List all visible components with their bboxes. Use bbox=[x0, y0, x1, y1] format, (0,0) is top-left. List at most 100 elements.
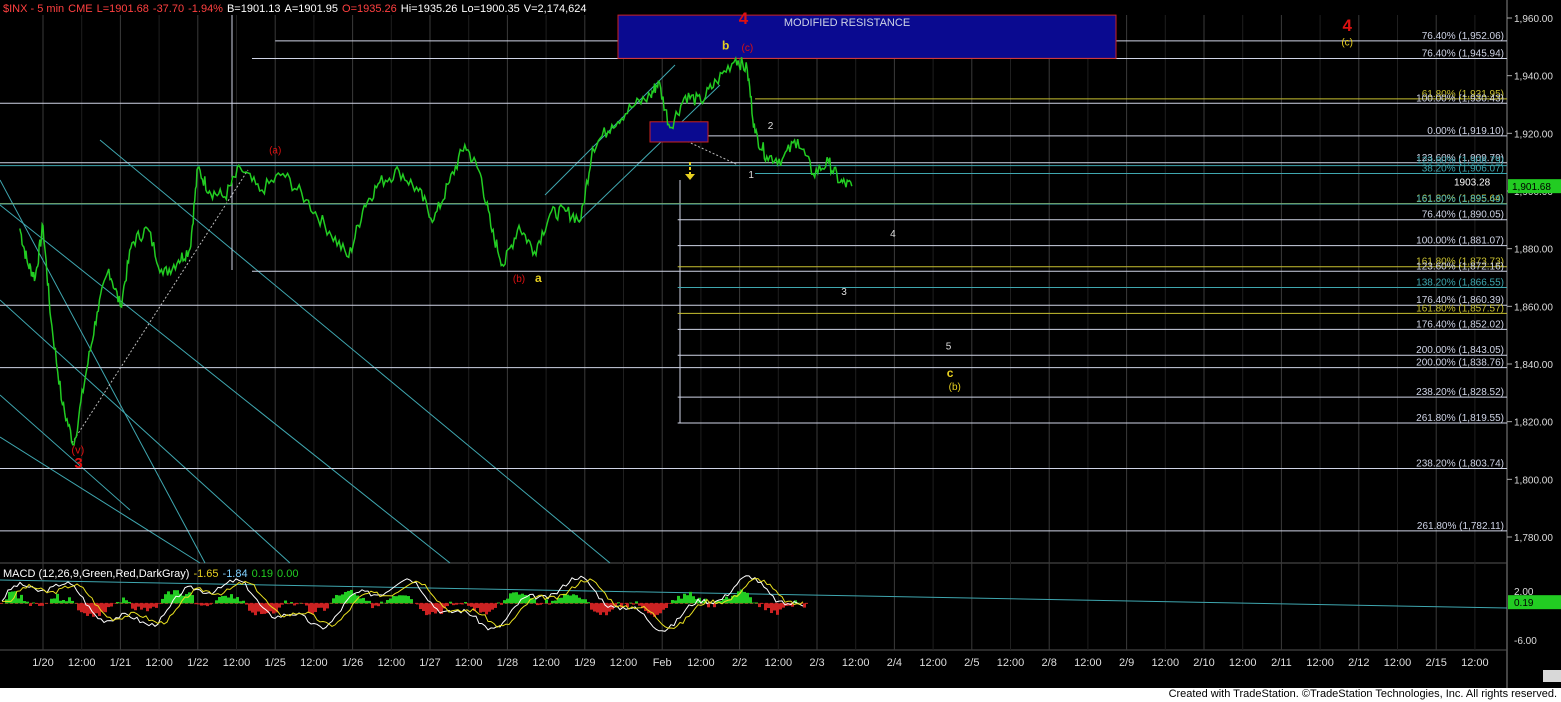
macd-histogram-bar bbox=[128, 601, 131, 604]
macd-histogram-bar bbox=[599, 603, 602, 615]
macd-histogram-bar bbox=[500, 603, 503, 605]
macd-histogram-bar bbox=[17, 598, 20, 604]
macd-histogram-bar bbox=[125, 600, 128, 604]
x-tick-label: 12:00 bbox=[1074, 657, 1102, 669]
x-tick-label: 1/22 bbox=[187, 657, 208, 669]
x-tick-label: 1/26 bbox=[342, 657, 363, 669]
macd-histogram-bar bbox=[221, 596, 224, 604]
fib-label: 238.20% (1,803.74) bbox=[1416, 459, 1504, 470]
fib-label: 0.00% (1,919.10) bbox=[1427, 126, 1504, 137]
macd-histogram-bar bbox=[512, 592, 515, 604]
macd-histogram-bar bbox=[134, 603, 137, 611]
macd-histogram-bar bbox=[770, 603, 773, 614]
macd-histogram-bar bbox=[752, 602, 755, 604]
macd-histogram-bar bbox=[245, 603, 248, 605]
x-tick-label: 2/12 bbox=[1348, 657, 1369, 669]
macd-histogram-bar bbox=[305, 603, 308, 606]
fib-label: 123.60% (1,872.16) bbox=[1416, 261, 1504, 272]
macd-histogram-bar bbox=[461, 603, 464, 605]
macd-diff: 0.19 bbox=[251, 568, 274, 580]
fib-label: 100.00% (1,930.43) bbox=[1416, 93, 1504, 104]
macd-histogram-bar bbox=[422, 603, 425, 612]
macd-histogram-bar bbox=[389, 598, 392, 604]
wave-label: (c) bbox=[1341, 37, 1353, 48]
x-tick-label: 12:00 bbox=[842, 657, 870, 669]
macd-zero: 0.00 bbox=[277, 568, 299, 580]
macd-histogram-bar bbox=[743, 591, 746, 604]
x-tick-label: 12:00 bbox=[610, 657, 638, 669]
macd-histogram-bar bbox=[152, 603, 155, 607]
macd-histogram-bar bbox=[404, 595, 407, 604]
price-box-label: 1903.28 bbox=[1454, 178, 1491, 189]
macd-histogram-bar bbox=[140, 603, 143, 610]
macd-histogram-bar bbox=[206, 603, 209, 607]
macd-histogram-bar bbox=[482, 603, 485, 612]
macd-histogram-bar bbox=[137, 603, 140, 607]
x-tick-label: 12:00 bbox=[378, 657, 406, 669]
macd-histogram-bar bbox=[53, 598, 56, 604]
macd-histogram-bar bbox=[758, 603, 761, 608]
macd-histogram-bar bbox=[254, 603, 257, 616]
macd-histogram-bar bbox=[524, 594, 527, 604]
macd-histogram-bar bbox=[617, 602, 620, 604]
wave-label: (b) bbox=[949, 382, 961, 393]
macd-histogram-bar bbox=[632, 603, 635, 605]
wave-label: 5 bbox=[946, 342, 952, 353]
macd-histogram-bar bbox=[668, 603, 671, 604]
macd-histogram-bar bbox=[287, 603, 290, 605]
macd-histogram-bar bbox=[764, 603, 767, 611]
macd-histogram-bar bbox=[215, 600, 218, 604]
macd-histogram-bar bbox=[398, 595, 401, 604]
macd-histogram-bar bbox=[536, 603, 539, 606]
macd-histogram-bar bbox=[296, 603, 299, 605]
macd-histogram-bar bbox=[368, 600, 371, 604]
macd-histogram-bar bbox=[686, 595, 689, 604]
macd-histogram-bar bbox=[596, 603, 599, 613]
footer-text: Created with TradeStation. ©TradeStation… bbox=[1168, 688, 1557, 700]
macd-histogram-bar bbox=[485, 603, 488, 615]
macd-histogram-bar bbox=[341, 594, 344, 604]
macd-histogram-bar bbox=[749, 597, 752, 604]
macd-histogram-bar bbox=[41, 603, 44, 606]
macd-histogram-bar bbox=[689, 591, 692, 604]
macd-histogram-bar bbox=[320, 603, 323, 608]
macd-histogram-bar bbox=[425, 603, 428, 616]
macd-histogram-bar bbox=[143, 603, 146, 608]
macd-histogram-bar bbox=[416, 603, 419, 605]
macd-histogram-bar bbox=[665, 603, 668, 608]
wave-label: 2 bbox=[768, 121, 774, 132]
macd-histogram-bar bbox=[575, 595, 578, 604]
x-tick-label: 2/3 bbox=[809, 657, 824, 669]
x-tick-label: 1/29 bbox=[574, 657, 595, 669]
macd-histogram-bar bbox=[50, 598, 53, 604]
macd-histogram-bar bbox=[68, 597, 71, 604]
wave-label: 4 bbox=[739, 9, 749, 28]
macd-histogram-bar bbox=[311, 603, 314, 615]
macd-histogram-bar bbox=[230, 594, 233, 604]
chart-scrollbar[interactable] bbox=[1543, 670, 1561, 682]
macd-histogram-bar bbox=[224, 595, 227, 604]
macd-histogram-bar bbox=[776, 603, 779, 615]
macd-histogram-bar bbox=[533, 599, 536, 604]
macd-histogram-bar bbox=[104, 603, 107, 613]
macd-histogram-bar bbox=[380, 601, 383, 604]
fib-label: 161.80% (1,895.49) bbox=[1416, 194, 1504, 205]
macd-histogram-bar bbox=[581, 599, 584, 604]
macd-histogram-bar bbox=[677, 595, 680, 604]
macd-histogram-bar bbox=[755, 602, 758, 604]
macd-histogram-bar bbox=[308, 603, 311, 613]
macd-histogram-bar bbox=[278, 603, 281, 608]
x-tick-label: 1/25 bbox=[264, 657, 285, 669]
macd-histogram-bar bbox=[20, 594, 23, 604]
price-chart[interactable]: 76.40% (1,952.06)76.40% (1,945.94)61.80%… bbox=[0, 0, 1561, 702]
macd-histogram-bar bbox=[239, 601, 242, 604]
x-tick-label: 12:00 bbox=[223, 657, 251, 669]
macd-histogram-bar bbox=[302, 603, 305, 604]
x-tick-label: 12:00 bbox=[765, 657, 793, 669]
y-tick-label: 1,880.00 bbox=[1514, 245, 1553, 256]
macd-histogram-bar bbox=[110, 603, 113, 607]
fib-label: 100.00% (1,881.07) bbox=[1416, 236, 1504, 247]
macd-histogram-bar bbox=[197, 603, 200, 605]
x-tick-label: 12:00 bbox=[1384, 657, 1412, 669]
open-label: O=1935.26 bbox=[342, 3, 397, 15]
